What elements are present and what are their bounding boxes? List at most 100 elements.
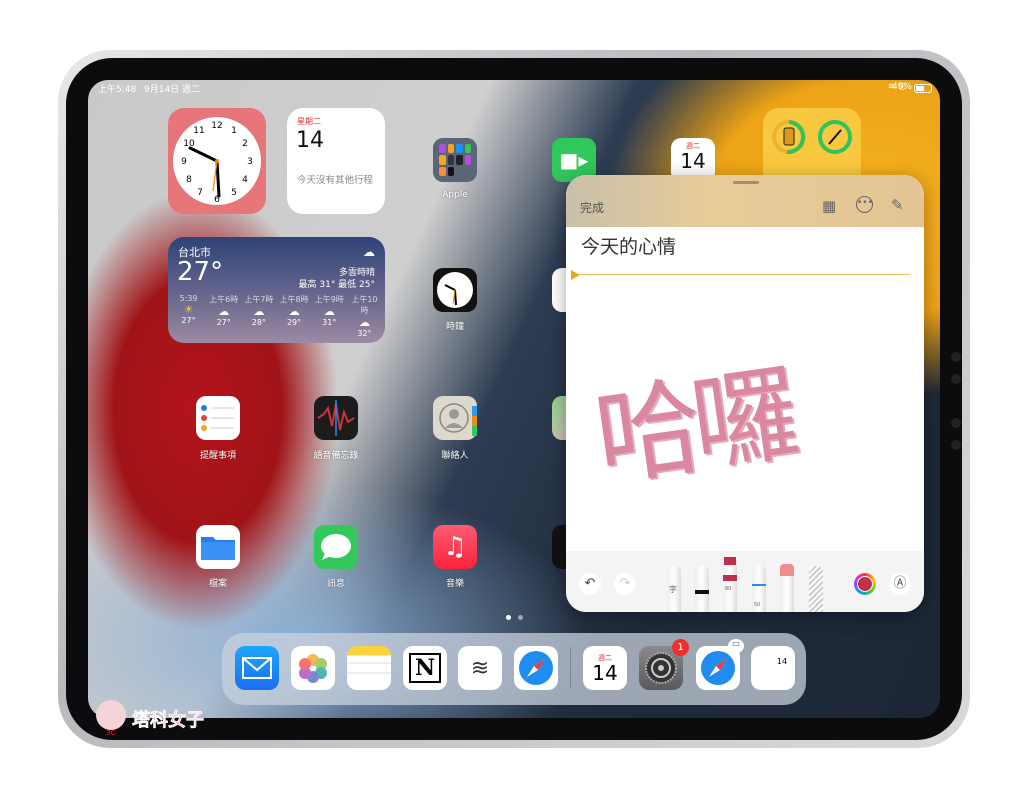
- waveform-icon: [317, 400, 355, 436]
- undo-button[interactable]: ↶: [579, 573, 601, 595]
- compose-icon[interactable]: ✎: [891, 196, 904, 214]
- done-button[interactable]: 完成: [580, 199, 604, 216]
- note-title[interactable]: 今天的心情: [581, 232, 676, 259]
- drag-handle[interactable]: [733, 181, 759, 184]
- app-label: 時鐘: [445, 322, 464, 332]
- hourly-forecast: 5:39 ☀ 27° 上午6時 ☁ 27° 上午7時 ☁ 28° 上午8時 ☁ 29° 上午9時…: [172, 294, 381, 338]
- cloud-icon: ☁: [363, 245, 375, 259]
- weather-widget[interactable]: 台北市 27° ☁ 多雲時晴 最高 31° 最低 25° 5:39 ☀ 27° 上午…: [168, 237, 385, 343]
- cloud-icon: ☁: [358, 316, 370, 329]
- hour-item: 上午8時 ☁ 29°: [279, 295, 309, 327]
- voice-memos-app[interactable]: [314, 396, 358, 440]
- svg-text:4: 4: [242, 175, 248, 185]
- envelope-icon: [242, 657, 272, 679]
- clock-widget[interactable]: 12 3 6 9 1 2 4 5 7 8 10 11: [168, 108, 266, 214]
- svg-text:1: 1: [231, 126, 237, 136]
- app-label: 檔案: [208, 579, 227, 589]
- person-icon: [439, 403, 477, 436]
- page-dot[interactable]: [518, 615, 523, 620]
- status-date: 9月14日 週二: [144, 85, 201, 95]
- svg-text:5: 5: [231, 188, 237, 198]
- music-note-icon: ♫: [443, 532, 467, 562]
- analog-clock-icon: 12 3 6 9 12 45 78 10 11: [173, 117, 261, 205]
- app-label: 音樂: [445, 579, 464, 589]
- pen-tool[interactable]: [695, 566, 709, 612]
- gear-icon: [645, 652, 677, 684]
- svg-text:10: 10: [183, 139, 195, 149]
- compass-icon: [701, 651, 735, 685]
- calendar-recent-app[interactable]: 週二 14: [583, 646, 627, 690]
- ruler-marker-icon[interactable]: [571, 270, 580, 280]
- svg-text:9: 9: [181, 157, 187, 167]
- dock-divider: [570, 647, 571, 689]
- video-camera-icon: ■▸: [559, 148, 589, 172]
- photos-app[interactable]: [291, 646, 335, 690]
- app-label: 提醒事項: [199, 451, 236, 461]
- page-dot-active[interactable]: [506, 615, 511, 620]
- messages-app[interactable]: [314, 525, 358, 569]
- cloud-icon: ☁: [288, 305, 300, 318]
- svg-text:12: 12: [211, 121, 222, 131]
- hour-item: 5:39 ☀ 27°: [172, 294, 205, 338]
- svg-text:3: 3: [247, 157, 253, 167]
- cloud-icon: ☁: [253, 305, 265, 318]
- files-app[interactable]: [196, 525, 240, 569]
- eraser-tool[interactable]: [780, 564, 794, 612]
- marker-tool[interactable]: 80: [723, 557, 737, 612]
- calendar-widget[interactable]: 星期二 14 今天沒有其他行程: [287, 108, 385, 214]
- hour-item: 上午10時 ☁ 32°: [348, 294, 381, 338]
- speech-bubble-icon: [321, 534, 351, 560]
- lasso-tool[interactable]: [809, 566, 823, 612]
- battery-percent: 49%: [891, 82, 912, 92]
- svg-text:7: 7: [197, 188, 203, 198]
- camera-dot: [951, 374, 961, 384]
- hour-item: 上午9時 ☁ 31°: [314, 295, 344, 327]
- reminders-app[interactable]: [196, 396, 240, 440]
- watermark-text: 塔科女子: [132, 710, 205, 732]
- svg-text:6: 6: [214, 195, 220, 205]
- pencil-tool[interactable]: 50: [752, 566, 766, 612]
- clock-icon: [437, 272, 473, 308]
- svg-text:8: 8: [186, 175, 192, 185]
- folder-icon: [201, 537, 235, 560]
- sunrise-icon: ☀: [183, 303, 194, 316]
- apple-folder[interactable]: [433, 138, 477, 182]
- weather-temp: 27°: [177, 257, 224, 287]
- mail-app[interactable]: [235, 646, 279, 690]
- lines-icon: [347, 662, 391, 674]
- battery-rings-icon: [772, 120, 852, 155]
- hour-item: 上午7時 ☁ 28°: [244, 295, 274, 327]
- camera-dot: [951, 352, 961, 362]
- app-library[interactable]: 14: [751, 646, 795, 690]
- notes-app[interactable]: [347, 646, 391, 690]
- camera-dot: [951, 440, 961, 450]
- todoist-app[interactable]: ≋: [458, 646, 502, 690]
- flower-icon: [299, 654, 327, 683]
- layers-icon: ≋: [470, 655, 490, 681]
- hour-item: 上午6時 ☁ 27°: [209, 295, 239, 327]
- fountain-pen-tool[interactable]: 字: [667, 566, 681, 612]
- contacts-app[interactable]: [433, 396, 477, 440]
- drawing-toolbar: ↶ ↷ 字 80 50 Ⓐ: [566, 551, 924, 612]
- battery-icon: [914, 84, 932, 93]
- pen-settings-icon[interactable]: Ⓐ: [889, 573, 911, 595]
- cloud-icon: ☁: [218, 305, 230, 318]
- quick-note-window[interactable]: 完成 ▦ ••• ✎ 今天的心情 哈囉 ↶ ↷ 字 80 50 Ⓐ: [566, 175, 924, 612]
- color-picker[interactable]: [854, 573, 876, 595]
- redo-button[interactable]: ↷: [614, 573, 636, 595]
- more-icon[interactable]: •••: [856, 196, 873, 213]
- handwriting-drawing[interactable]: 哈囉: [584, 327, 800, 507]
- music-app[interactable]: ♫: [433, 525, 477, 569]
- svg-text:11: 11: [193, 126, 204, 136]
- clock-app[interactable]: [433, 268, 477, 312]
- calendar-events: 今天沒有其他行程: [297, 175, 374, 186]
- watermark-avatar: 3C: [96, 700, 126, 737]
- grid-icon[interactable]: ▦: [822, 197, 836, 215]
- list-icon: [201, 405, 234, 431]
- status-time: 上午5:48: [98, 85, 137, 95]
- weather-high-low: 最高 31° 最低 25°: [298, 280, 376, 290]
- safari-app[interactable]: [514, 646, 558, 690]
- cloud-icon: ☁: [323, 305, 335, 318]
- dock: N ≋ 週二 14 1 ▭ 14: [222, 633, 806, 705]
- notion-app[interactable]: N: [403, 646, 447, 690]
